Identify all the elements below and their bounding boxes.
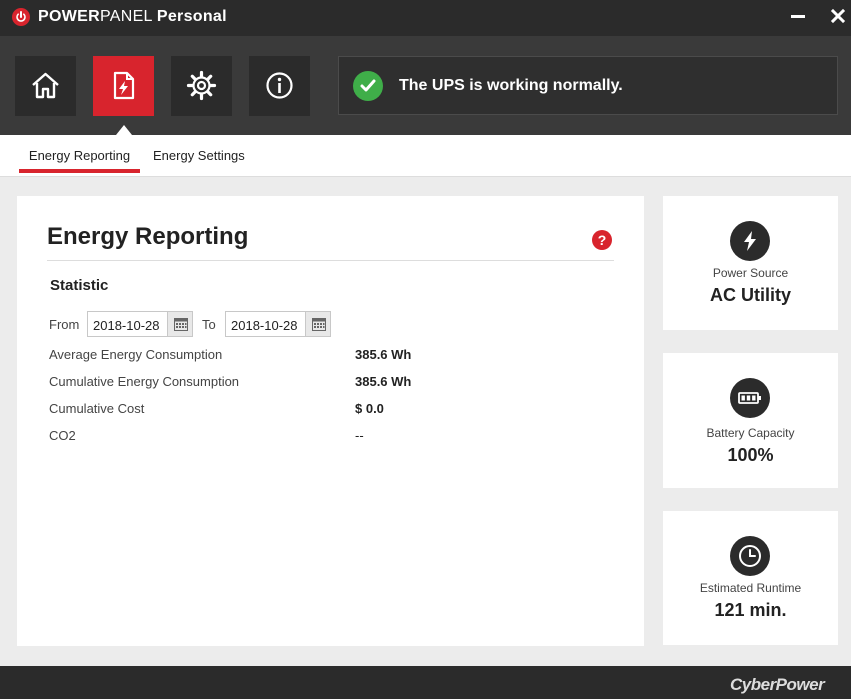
energy-reporting-panel: Energy Reporting ? Statistic From 2018-1… [17,196,644,646]
stat-label: Cumulative Energy Consumption [49,374,240,389]
status-message: The UPS is working normally. [399,77,623,94]
calendar-icon [312,318,326,331]
footer: CyberPower [0,666,851,699]
from-label: From [49,317,80,332]
estimated-runtime-card: Estimated Runtime 121 min. [663,511,838,645]
stat-value: 385.6 Wh [355,374,412,389]
stat-value: 385.6 Wh [355,347,412,362]
app-title-power: POWER [38,8,100,25]
tab-bar: Energy Reporting Energy Settings [0,135,851,177]
power-source-value: AC Utility [710,285,791,305]
stat-value: -- [355,428,364,443]
status-ok-icon [353,71,383,101]
cyberpower-logo: CyberPower [730,675,825,694]
minimize-button[interactable] [786,6,810,28]
from-date-calendar-button[interactable] [167,312,192,336]
clock-icon [730,536,770,576]
battery-capacity-label: Battery Capacity [706,426,795,440]
close-icon [830,8,846,24]
estimated-runtime-label: Estimated Runtime [699,581,802,595]
stat-row-cumulative-energy: Cumulative Energy Consumption 385.6 Wh [49,374,609,392]
app-title: POWERPANEL Personal [38,8,227,26]
top-nav-band: The UPS is working normally. [0,36,851,135]
minimize-icon [791,15,805,18]
nav-info-button[interactable] [249,56,310,116]
active-tab-underline [19,169,140,173]
calendar-icon [174,318,188,331]
stat-label: Average Energy Consumption [49,347,223,362]
tab-energy-reporting-label: Energy Reporting [28,148,131,163]
active-nav-pointer [116,125,132,135]
battery-icon [730,378,770,418]
tab-energy-settings[interactable]: Energy Settings [153,135,245,177]
from-date-field[interactable]: 2018-10-28 [87,311,193,337]
close-button[interactable] [826,6,850,28]
battery-capacity-value: 100% [727,445,774,465]
nav-settings-button[interactable] [171,56,232,116]
estimated-runtime-value: 121 min. [714,600,787,620]
stat-row-average-energy: Average Energy Consumption 385.6 Wh [49,347,609,365]
to-date-calendar-button[interactable] [305,312,330,336]
title-divider [47,260,614,261]
stat-row-co2: CO2 -- [49,428,609,446]
stat-value: $ 0.0 [355,401,384,416]
home-icon [32,72,59,99]
nav-energy-report-button[interactable] [93,56,154,116]
battery-capacity-card: Battery Capacity 100% [663,353,838,488]
stat-label: Cumulative Cost [49,401,145,416]
to-date-field[interactable]: 2018-10-28 [225,311,331,337]
page-title: Energy Reporting [47,223,249,250]
to-date-value: 2018-10-28 [231,318,298,333]
title-bar: POWERPANEL Personal [0,0,851,36]
help-icon[interactable]: ? [592,230,612,250]
from-date-value: 2018-10-28 [93,318,160,333]
energy-report-icon [113,71,135,100]
app-title-panel: PANEL [99,8,153,25]
lightning-icon [730,221,770,261]
to-label: To [202,317,216,332]
info-icon [266,72,293,99]
power-source-label: Power Source [712,266,789,280]
app-logo-icon [12,8,30,26]
app-title-edition: Personal [156,8,227,25]
stat-label: CO2 [49,428,76,443]
gear-icon [186,70,217,101]
power-source-card: Power Source AC Utility [663,196,838,330]
tab-energy-reporting[interactable]: Energy Reporting [19,135,140,177]
stat-row-cumulative-cost: Cumulative Cost $ 0.0 [49,401,609,419]
tab-energy-settings-label: Energy Settings [153,148,245,163]
section-title-statistic: Statistic [50,277,109,294]
status-box: The UPS is working normally. [338,56,838,115]
nav-home-button[interactable] [15,56,76,116]
